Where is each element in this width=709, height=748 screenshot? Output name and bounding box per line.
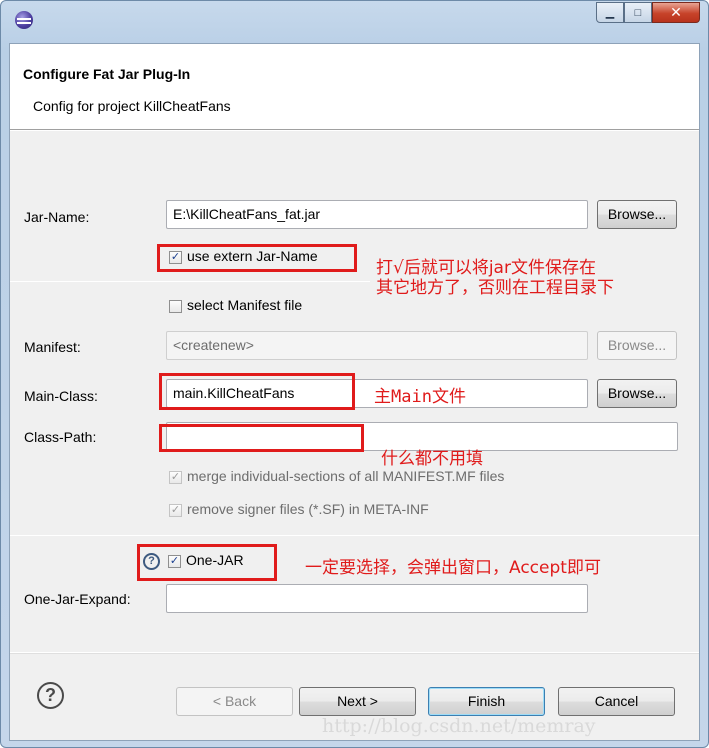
annotation-extern-line2: 其它地方了，否则在工程目录下: [376, 278, 614, 298]
one-jar-expand-input[interactable]: [166, 584, 588, 613]
class-path-label: Class-Path:: [24, 429, 97, 445]
select-manifest-checkbox[interactable]: [169, 300, 182, 313]
main-class-browse-button[interactable]: Browse...: [597, 379, 677, 408]
watermark-text: http://blog.csdn.net/memray: [322, 715, 596, 737]
jar-name-browse-button[interactable]: Browse...: [597, 200, 677, 229]
annotation-one-jar: 一定要选择，会弹出窗口，Accept即可: [305, 558, 601, 578]
close-button[interactable]: ✕: [652, 2, 700, 23]
cancel-button[interactable]: Cancel: [558, 687, 675, 716]
manifest-input: <createnew>: [166, 331, 588, 360]
dialog-window: ▁ □ ✕ Configure Fat Jar Plug-In Config f…: [0, 0, 709, 748]
title-bar[interactable]: ▁ □ ✕: [1, 1, 708, 43]
window-controls: ▁ □ ✕: [596, 2, 700, 24]
separator-top: [10, 281, 370, 282]
finish-button[interactable]: Finish: [428, 687, 545, 716]
eclipse-icon: [15, 11, 33, 29]
manifest-label: Manifest:: [24, 339, 81, 355]
minimize-button[interactable]: ▁: [596, 2, 624, 23]
remove-signer-label: remove signer files (*.SF) in META-INF: [187, 501, 429, 517]
select-manifest-label: select Manifest file: [187, 297, 303, 313]
annotation-box-one-jar: [137, 544, 277, 581]
jar-name-label: Jar-Name:: [24, 209, 90, 225]
annotation-main-class: 主Main文件: [374, 387, 466, 407]
annotation-box-main-class: [159, 373, 355, 410]
page-title: Configure Fat Jar Plug-In: [23, 66, 191, 82]
back-button: < Back: [176, 687, 293, 716]
annotation-class-path: 什么都不用填: [381, 449, 483, 469]
wizard-body: Jar-Name: E:\KillCheatFans_fat.jar Brows…: [10, 131, 699, 652]
wizard-footer: ? < Back Next > Finish Cancel http://blo…: [10, 653, 699, 740]
page-subtitle: Config for project KillCheatFans: [33, 98, 231, 114]
merge-manifest-checkbox: ✓: [169, 471, 182, 484]
remove-signer-checkbox: ✓: [169, 504, 182, 517]
help-icon[interactable]: ?: [37, 682, 64, 709]
annotation-box-class-path: [159, 424, 364, 452]
main-class-label: Main-Class:: [24, 388, 98, 404]
jar-name-input[interactable]: E:\KillCheatFans_fat.jar: [166, 200, 588, 229]
one-jar-expand-label: One-Jar-Expand:: [24, 591, 131, 607]
wizard-header: Configure Fat Jar Plug-In Config for pro…: [10, 44, 699, 130]
separator-bottom: [10, 535, 699, 536]
next-button[interactable]: Next >: [299, 687, 416, 716]
dialog-client: Configure Fat Jar Plug-In Config for pro…: [9, 43, 700, 741]
merge-manifest-label: merge individual-sections of all MANIFES…: [187, 468, 505, 484]
maximize-button[interactable]: □: [624, 2, 652, 23]
annotation-box-extern: [157, 244, 357, 272]
manifest-browse-button: Browse...: [597, 331, 677, 360]
